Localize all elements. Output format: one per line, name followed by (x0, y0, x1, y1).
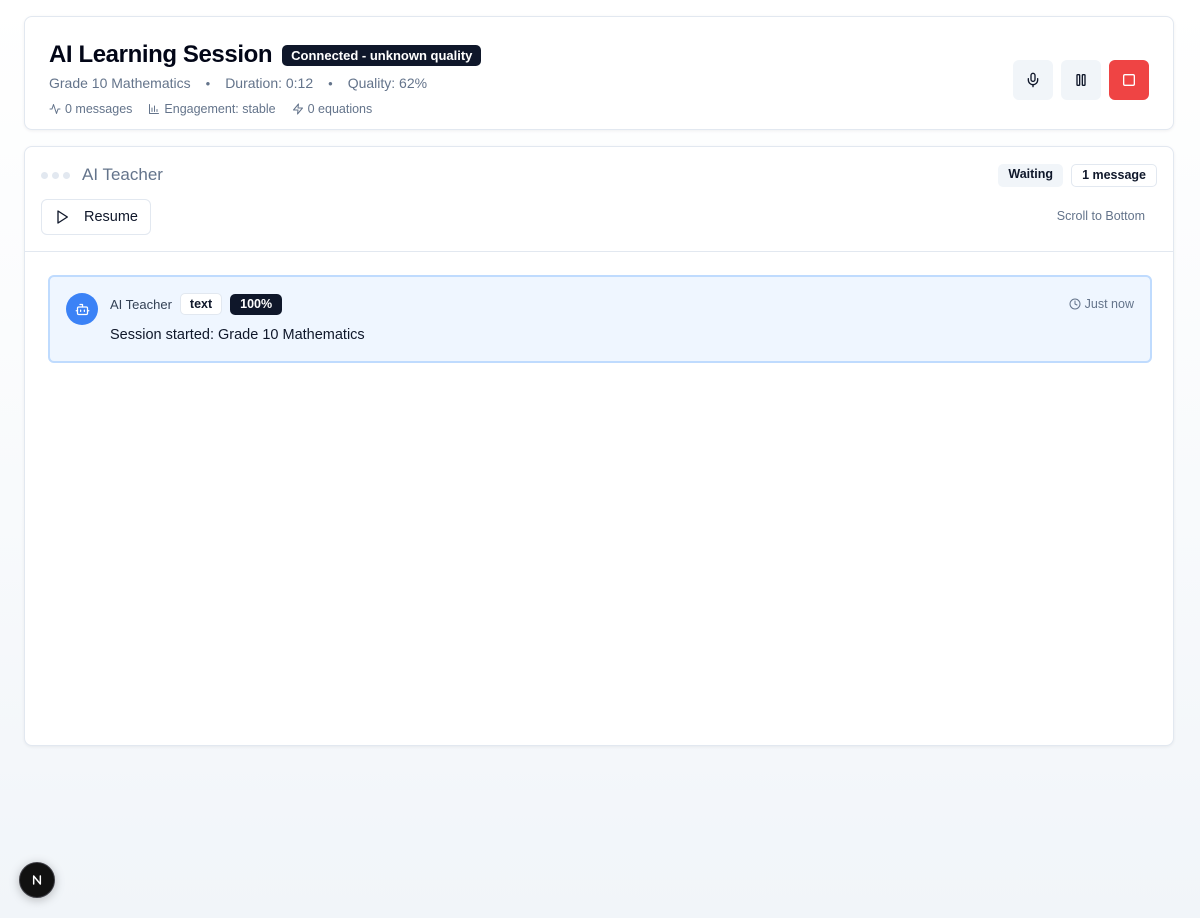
message-sender: AI Teacher (110, 296, 172, 312)
connection-status-badge: Connected - unknown quality (282, 44, 482, 66)
next-logo-icon (32, 875, 42, 885)
clock-icon (1069, 298, 1081, 310)
mic-icon (1027, 72, 1039, 88)
equations-stat-label: 0 equations (307, 102, 373, 116)
page-title: AI Learning Session (49, 41, 273, 68)
next-dev-tools-button[interactable] (19, 862, 55, 898)
avatar (66, 293, 98, 325)
messages-stat-label: 0 messages (65, 102, 133, 116)
resume-button[interactable]: Resume (41, 199, 151, 235)
stop-button[interactable] (1109, 60, 1149, 100)
play-icon (57, 210, 68, 224)
session-meta-row: Grade 10 Mathematics • Duration: 0:12 • … (49, 75, 427, 91)
message-count-badge: 1 message (1071, 164, 1157, 187)
meta-separator: • (205, 75, 211, 91)
resume-button-label: Resume (84, 209, 138, 225)
bar-chart-icon (149, 104, 160, 114)
activity-icon (49, 104, 61, 114)
engagement-stat-label: Engagement: stable (164, 102, 276, 116)
zap-icon (292, 103, 303, 115)
waiting-badge: Waiting (998, 164, 1064, 187)
meta-separator: • (328, 75, 333, 91)
confidence-badge: 100% (230, 293, 283, 315)
message-header: AI Teacher text 100% (110, 293, 283, 315)
bot-icon (75, 303, 89, 315)
chat-divider (25, 251, 1173, 252)
quality-label: Quality: 62% (347, 75, 428, 91)
equations-stat: 0 equations (292, 102, 373, 116)
session-stats-row: 0 messages Engagement: stable 0 equation… (49, 102, 372, 116)
chat-panel: AI Teacher Waiting 1 message Resume Scro… (24, 146, 1174, 746)
message-time-label: Just now (1084, 297, 1134, 311)
message-type-badge: text (179, 293, 223, 315)
duration-label: Duration: 0:12 (225, 75, 314, 91)
message-text: Session started: Grade 10 Mathematics (110, 327, 365, 343)
typing-indicator (41, 171, 70, 179)
chat-badges: Waiting 1 message (998, 164, 1157, 187)
chat-header: AI Teacher (41, 165, 163, 185)
subject-label: Grade 10 Mathematics (49, 75, 191, 91)
scroll-to-bottom-button[interactable]: Scroll to Bottom (1057, 209, 1145, 223)
title-row: AI Learning Session Connected - unknown … (49, 41, 482, 69)
message-timestamp: Just now (1069, 297, 1134, 311)
stop-icon (1123, 74, 1135, 86)
engagement-stat: Engagement: stable (148, 102, 276, 116)
session-header-card: AI Learning Session Connected - unknown … (24, 16, 1174, 130)
teacher-name: AI Teacher (82, 165, 163, 184)
pause-icon (1076, 74, 1086, 86)
message-card: AI Teacher text 100% Just now Session st… (48, 275, 1152, 363)
session-controls (1013, 60, 1149, 100)
microphone-button[interactable] (1013, 60, 1053, 100)
messages-stat: 0 messages (49, 102, 132, 116)
pause-button[interactable] (1061, 60, 1101, 100)
